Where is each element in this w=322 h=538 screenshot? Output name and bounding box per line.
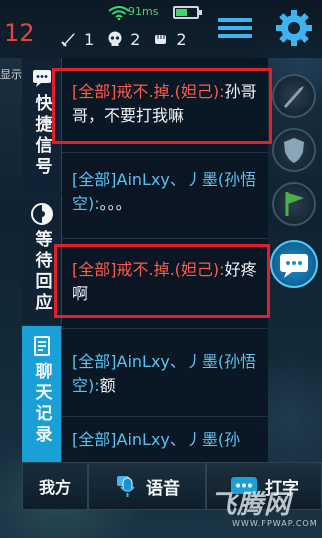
message-channel: [全部] xyxy=(72,430,117,449)
ping-readout: 91ms xyxy=(128,5,159,18)
message-channel: [全部] xyxy=(72,170,117,189)
divider xyxy=(62,416,268,417)
wifi-icon xyxy=(108,6,130,20)
wait-response-icon xyxy=(30,203,53,225)
team-channel-button[interactable]: 我方 xyxy=(22,462,88,510)
deaths-count: 2 xyxy=(130,29,141,49)
divider xyxy=(62,328,268,329)
skull-icon xyxy=(108,31,122,46)
message-text: 。。。 xyxy=(99,194,132,213)
hud-chat-button[interactable] xyxy=(270,240,318,288)
divider xyxy=(62,238,268,239)
voice-label: 语音 xyxy=(146,478,180,499)
assists-count: 2 xyxy=(176,29,187,49)
chat-message: [全部]AinLxy、丿墨(孙悟空):额 xyxy=(72,350,268,398)
menu-button[interactable] xyxy=(218,14,252,44)
top-status-bar: 12 91ms 1 2 2 xyxy=(0,0,322,58)
shield-icon xyxy=(284,138,304,163)
divider xyxy=(62,152,268,153)
kills-count: 1 xyxy=(84,29,95,49)
chat-bubble-icon xyxy=(280,254,308,278)
voice-icon xyxy=(117,476,135,497)
kda-stats: 1 2 2 xyxy=(60,26,193,52)
hud-retreat-button[interactable] xyxy=(272,182,316,226)
voice-button[interactable]: 语音 xyxy=(88,462,206,510)
tab-chat-log-label: 聊天记录 xyxy=(31,362,52,446)
message-text: 额 xyxy=(99,376,116,395)
hud-defense-button[interactable] xyxy=(272,128,316,172)
watermark-url: WWW.FPWAP.COM xyxy=(232,519,318,528)
site-watermark: 飞腾网 WWW.FPWAP.COM xyxy=(210,484,320,534)
message-channel: [全部] xyxy=(72,352,117,371)
gear-icon[interactable] xyxy=(272,6,316,50)
watermark-logo: 飞腾网 xyxy=(210,490,292,520)
tab-chat-log[interactable]: 聊天记录 xyxy=(22,326,62,462)
flag-icon xyxy=(285,192,304,216)
hud-attack-button[interactable] xyxy=(272,74,316,118)
highlight-box xyxy=(54,244,270,318)
tab-quick-signal-label: 快捷信号 xyxy=(31,94,52,178)
chat-message: [全部]AinLxy、丿墨(孙 xyxy=(72,428,268,452)
highlight-box xyxy=(52,68,272,144)
team-channel-label: 我方 xyxy=(38,478,71,497)
chat-message: [全部]AinLxy、丿墨(孙悟空):。。。 xyxy=(72,168,268,216)
battery-icon xyxy=(173,6,202,19)
fist-icon xyxy=(155,35,167,44)
sword-icon xyxy=(284,86,304,108)
quick-signal-icon xyxy=(32,70,51,87)
message-sender: AinLxy、丿墨(孙 xyxy=(116,430,241,449)
tab-wait-response-label: 等待回应 xyxy=(31,230,52,314)
sword-icon xyxy=(61,33,75,47)
left-strip-label: 显示 xyxy=(0,68,22,81)
hero-level: 12 xyxy=(4,19,35,47)
chat-log-icon xyxy=(33,336,50,356)
